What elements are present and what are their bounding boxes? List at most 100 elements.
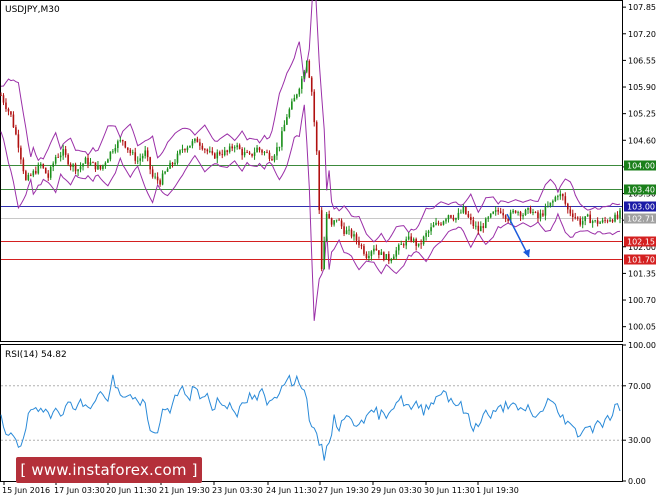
candle-body (395, 250, 398, 257)
time-axis-ticks: 15 Jun 2016 17 Jun 03:30 20 Jun 11:30 21 Ju… (2, 481, 519, 495)
candle-body (286, 117, 288, 125)
candle-body (544, 206, 547, 216)
candle-body (2, 95, 5, 103)
time-tick-label: 24 Jun 11:30 (266, 486, 317, 495)
candle-body (400, 244, 403, 245)
candle-body (119, 140, 122, 142)
candle-body (397, 244, 400, 251)
candle-body (380, 252, 383, 255)
candle-body (425, 232, 427, 237)
candle-body (171, 162, 174, 165)
candle-body (109, 151, 112, 160)
rsi-tick-label: 30.00 (628, 436, 651, 445)
candle-body (589, 214, 591, 224)
candle-body (164, 171, 166, 174)
candle-body (30, 174, 32, 176)
candle-body (340, 220, 343, 227)
candle-body (524, 209, 527, 216)
candle-body (517, 212, 519, 213)
time-tick-label: 23 Jun 03:30 (212, 486, 263, 495)
candle-body (479, 226, 482, 232)
candle-body (427, 231, 430, 233)
candle-body (79, 166, 82, 170)
candle-body (522, 215, 524, 217)
candle-body (514, 210, 517, 213)
level-badge-label: 102.71 (627, 215, 655, 224)
candle-body (99, 165, 102, 169)
candle-body (534, 212, 537, 213)
candle-body (49, 166, 52, 178)
candle-body (131, 152, 134, 154)
candle-body (69, 164, 72, 167)
candle-body (599, 222, 601, 224)
candle-body (460, 212, 462, 214)
candle-body (104, 162, 107, 165)
candle-body (47, 173, 50, 178)
price-chart-title: USDJPY,M30 (5, 5, 60, 15)
candle-body (457, 212, 460, 219)
candle-body (554, 197, 557, 202)
candle-body (107, 159, 109, 163)
candle-body (475, 225, 477, 227)
candle-body (273, 155, 276, 161)
rsi-tick-label: 70.00 (628, 382, 651, 391)
candle-body (504, 215, 507, 220)
candle-body (268, 152, 271, 159)
candle-body (35, 171, 37, 174)
candle-body (333, 220, 335, 225)
candle-body (20, 147, 22, 160)
candle-body (166, 168, 169, 172)
price-tick-label: 101.35 (628, 269, 656, 278)
candle-body (12, 114, 15, 128)
candle-body (328, 214, 330, 219)
candle-body (57, 157, 59, 158)
level-badge-label: 103.40 (627, 186, 655, 195)
candle-body (144, 150, 146, 156)
candle-body (199, 142, 201, 146)
candle-body (462, 206, 465, 213)
candle-body (7, 108, 10, 112)
candle-body (243, 152, 246, 156)
candle-body (204, 149, 206, 151)
candle-body (343, 226, 345, 234)
candle-body (502, 212, 504, 216)
candle-body (181, 149, 184, 151)
candle-body (189, 145, 191, 148)
candle-body (179, 150, 181, 154)
candle-body (151, 169, 154, 177)
candle-body (465, 206, 467, 215)
candle-body (539, 213, 542, 219)
time-tick-label: 29 Jun 03:30 (371, 486, 422, 495)
candle-body (271, 158, 273, 161)
candle-body (134, 152, 137, 161)
candle-body (221, 154, 224, 156)
candle-body (470, 217, 472, 221)
candle-body (412, 239, 415, 241)
candle-body (373, 248, 375, 252)
candle-body (437, 222, 440, 224)
time-tick-label: 21 Jun 19:30 (159, 486, 210, 495)
candle-body (129, 149, 132, 154)
candle-body (549, 202, 552, 206)
candle-body (209, 151, 211, 152)
candle-body (186, 147, 189, 151)
candle-body (512, 210, 514, 213)
candle-body (586, 214, 589, 217)
candle-body (296, 94, 298, 98)
candle-body (447, 215, 450, 220)
candle-body (44, 167, 47, 174)
rsi-tick-label: 0.00 (628, 477, 646, 486)
price-panel (0, 0, 623, 342)
candle-body (383, 252, 385, 260)
candle-body (432, 224, 435, 228)
candle-body (154, 176, 156, 178)
watermark-banner[interactable]: [ www.instaforex.com ] (16, 457, 202, 483)
candle-body (146, 150, 149, 158)
candle-body (388, 254, 390, 262)
candle-body (422, 236, 425, 245)
watermark-text: [ www.instaforex.com ] (20, 461, 198, 479)
candle-body (467, 214, 470, 218)
candle-body (305, 60, 308, 72)
candle-body (407, 236, 410, 240)
candle-body (350, 229, 353, 237)
